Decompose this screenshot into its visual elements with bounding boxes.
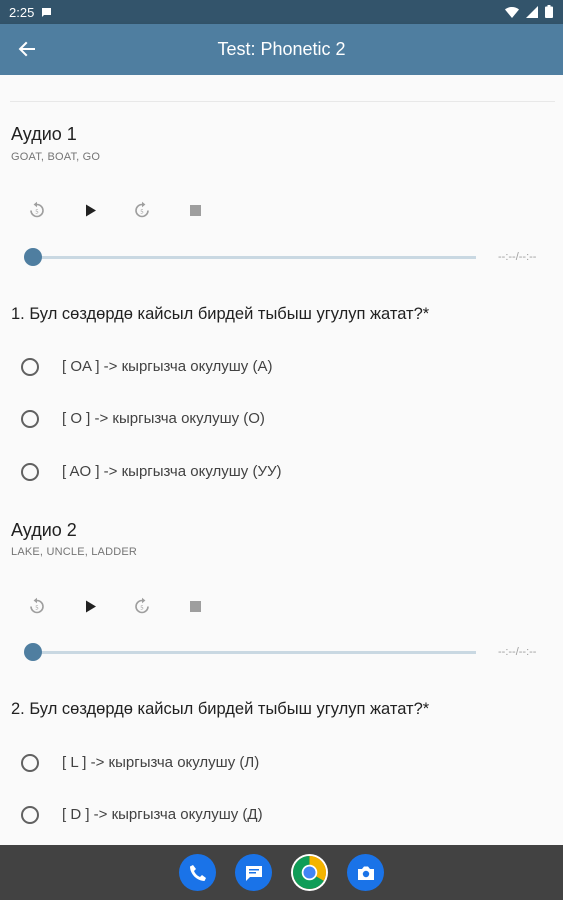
audio-2-title: Аудио 2 (11, 520, 77, 540)
camera-icon[interactable] (347, 854, 384, 891)
seek-thumb[interactable] (24, 248, 42, 266)
radio-button[interactable] (21, 806, 39, 824)
audio-2-words: LAKE, UNCLE, LADDER (11, 546, 138, 558)
fast-forward-icon: 5 (135, 597, 149, 614)
stop-icon (189, 204, 201, 216)
wifi-icon (505, 6, 519, 21)
seek-track (32, 256, 476, 259)
chrome-icon[interactable] (291, 854, 328, 891)
rewind-icon: 5 (30, 201, 44, 218)
messages-icon[interactable] (235, 854, 272, 891)
svg-text:5: 5 (35, 606, 39, 612)
message-notification-icon (41, 6, 52, 21)
stop-icon (189, 600, 201, 612)
option-label: [ O ] -> кыргызча окулушу (О) (62, 410, 265, 427)
battery-icon (545, 5, 553, 21)
question-2-option-1[interactable]: [ L ] -> кыргызча окулушу (Л) (16, 743, 536, 783)
app-bar: Test: Phonetic 2 (0, 24, 563, 75)
svg-text:5: 5 (140, 210, 144, 216)
audio-1-words: GOAT, BOAT, GO (11, 151, 101, 163)
audio-1-stop-button[interactable] (181, 196, 209, 224)
option-label: [ AO ] -> кыргызча окулушу (УУ) (62, 463, 282, 480)
option-label: [ L ] -> кыргызча окулушу (Л) (62, 754, 260, 771)
radio-button[interactable] (21, 463, 39, 481)
question-1-option-3[interactable]: [ AO ] -> кыргызча окулушу (УУ) (16, 452, 536, 492)
question-1-option-1[interactable]: [ OA ] -> кыргызча окулушу (А) (16, 347, 536, 387)
option-label: [ OA ] -> кыргызча окулушу (А) (62, 358, 273, 375)
play-icon (86, 600, 96, 612)
radio-button[interactable] (21, 754, 39, 772)
status-icons (505, 5, 553, 21)
seek-track (32, 651, 476, 654)
cellular-icon (526, 5, 538, 21)
play-icon (86, 204, 96, 216)
audio-2-time: --:--/--:-- (498, 646, 537, 658)
dock-bar (0, 845, 563, 900)
audio-2-stop-button[interactable] (181, 592, 209, 620)
question-1-text: 1. Бул сөздөрдө кайсыл бирдей тыбыш угул… (11, 305, 430, 323)
audio-2-seek-bar[interactable] (24, 642, 476, 662)
test-content[interactable]: Аудио 1 GOAT, BOAT, GO 5 5 --:--/--:-- 1… (0, 75, 563, 845)
fast-forward-icon: 5 (135, 201, 149, 218)
radio-button[interactable] (21, 410, 39, 428)
audio-1-seek-bar[interactable] (24, 247, 476, 267)
status-bar: 2:25 (0, 0, 563, 24)
top-divider (10, 101, 555, 102)
seek-thumb[interactable] (24, 643, 42, 661)
option-label: [ D ] -> кыргызча окулушу (Д) (62, 806, 263, 823)
svg-text:5: 5 (35, 210, 39, 216)
question-2-text: 2. Бул сөздөрдө кайсыл бирдей тыбыш угул… (11, 700, 430, 718)
audio-2-play-button[interactable] (77, 592, 105, 620)
audio-2-forward-button[interactable]: 5 (128, 592, 156, 620)
audio-1-rewind-button[interactable]: 5 (23, 196, 51, 224)
audio-2-rewind-button[interactable]: 5 (23, 592, 51, 620)
rewind-icon: 5 (30, 597, 44, 614)
audio-1-time: --:--/--:-- (498, 251, 537, 263)
audio-1-forward-button[interactable]: 5 (128, 196, 156, 224)
app-title: Test: Phonetic 2 (217, 39, 346, 59)
radio-button[interactable] (21, 358, 39, 376)
svg-text:5: 5 (140, 606, 144, 612)
audio-1-play-button[interactable] (77, 196, 105, 224)
phone-icon[interactable] (179, 854, 216, 891)
question-1-option-2[interactable]: [ O ] -> кыргызча окулушу (О) (16, 399, 536, 439)
question-2-option-2[interactable]: [ D ] -> кыргызча окулушу (Д) (16, 795, 536, 835)
status-time: 2:25 (9, 5, 35, 20)
audio-1-title: Аудио 1 (11, 124, 77, 144)
